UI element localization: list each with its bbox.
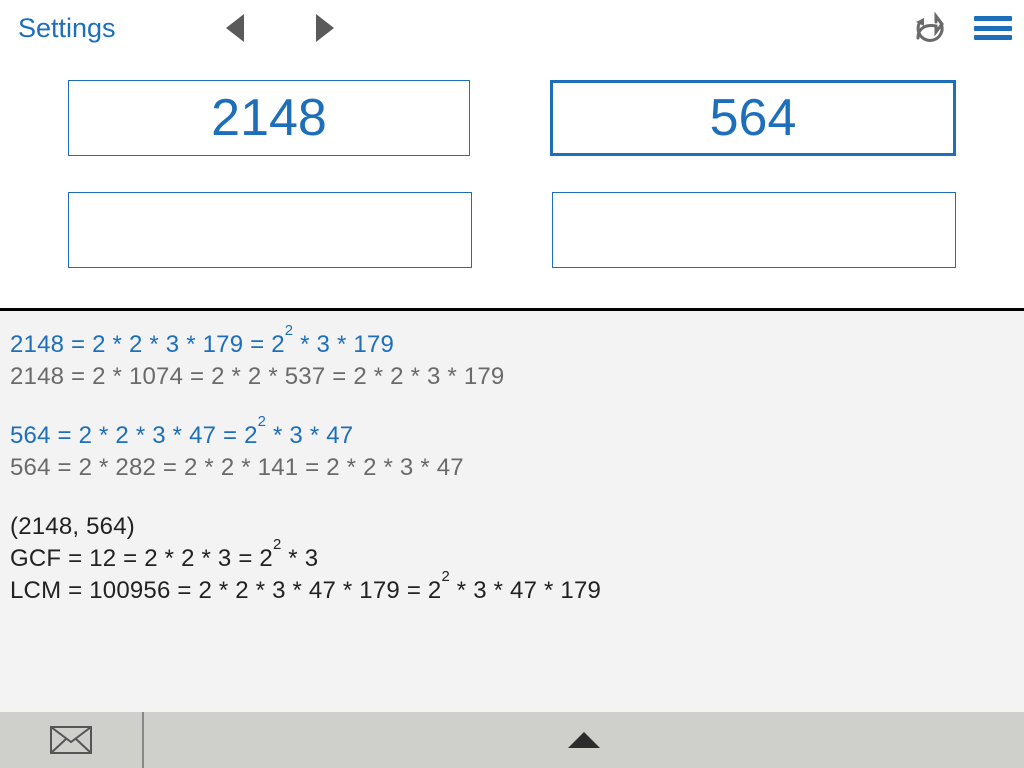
input-a[interactable]: 2148 bbox=[68, 80, 470, 156]
gcf-line: GCF = 12 = 2 * 2 * 3 = 22 * 3 bbox=[10, 543, 1014, 575]
factorization-block-1: 2148 = 2 * 2 * 3 * 179 = 22 * 3 * 179 21… bbox=[10, 329, 1014, 394]
input-b[interactable]: 564 bbox=[550, 80, 956, 156]
chevron-up-icon bbox=[568, 732, 600, 748]
top-toolbar: Settings bbox=[0, 0, 1024, 56]
bottom-toolbar bbox=[0, 712, 1024, 768]
input-c[interactable] bbox=[68, 192, 472, 268]
mail-icon bbox=[50, 726, 92, 754]
input-d[interactable] bbox=[552, 192, 956, 268]
factorization-block-2: 564 = 2 * 2 * 3 * 47 = 22 * 3 * 47 564 =… bbox=[10, 420, 1014, 485]
expand-button[interactable] bbox=[144, 712, 1024, 768]
factor-steps-2: 564 = 2 * 282 = 2 * 2 * 141 = 2 * 2 * 3 … bbox=[10, 452, 1014, 484]
results-panel: 2148 = 2 * 2 * 3 * 179 = 22 * 3 * 179 21… bbox=[0, 311, 1024, 712]
undo-button[interactable] bbox=[912, 12, 944, 44]
undo-icon bbox=[912, 12, 944, 44]
input-panel: 2148 564 bbox=[0, 56, 1024, 308]
pair-label: (2148, 564) bbox=[10, 511, 1014, 543]
prev-arrow-icon[interactable] bbox=[226, 14, 244, 42]
share-mail-button[interactable] bbox=[0, 712, 144, 768]
lcm-line: LCM = 100956 = 2 * 2 * 3 * 47 * 179 = 22… bbox=[10, 575, 1014, 607]
menu-icon bbox=[974, 16, 1012, 21]
settings-link[interactable]: Settings bbox=[18, 13, 116, 44]
gcf-lcm-block: (2148, 564) GCF = 12 = 2 * 2 * 3 = 22 * … bbox=[10, 511, 1014, 608]
factor-steps-1: 2148 = 2 * 1074 = 2 * 2 * 537 = 2 * 2 * … bbox=[10, 361, 1014, 393]
history-nav bbox=[226, 14, 334, 42]
prime-factorization-1: 2148 = 2 * 2 * 3 * 179 = 22 * 3 * 179 bbox=[10, 329, 1014, 361]
menu-button[interactable] bbox=[974, 16, 1012, 40]
next-arrow-icon[interactable] bbox=[316, 14, 334, 42]
prime-factorization-2: 564 = 2 * 2 * 3 * 47 = 22 * 3 * 47 bbox=[10, 420, 1014, 452]
